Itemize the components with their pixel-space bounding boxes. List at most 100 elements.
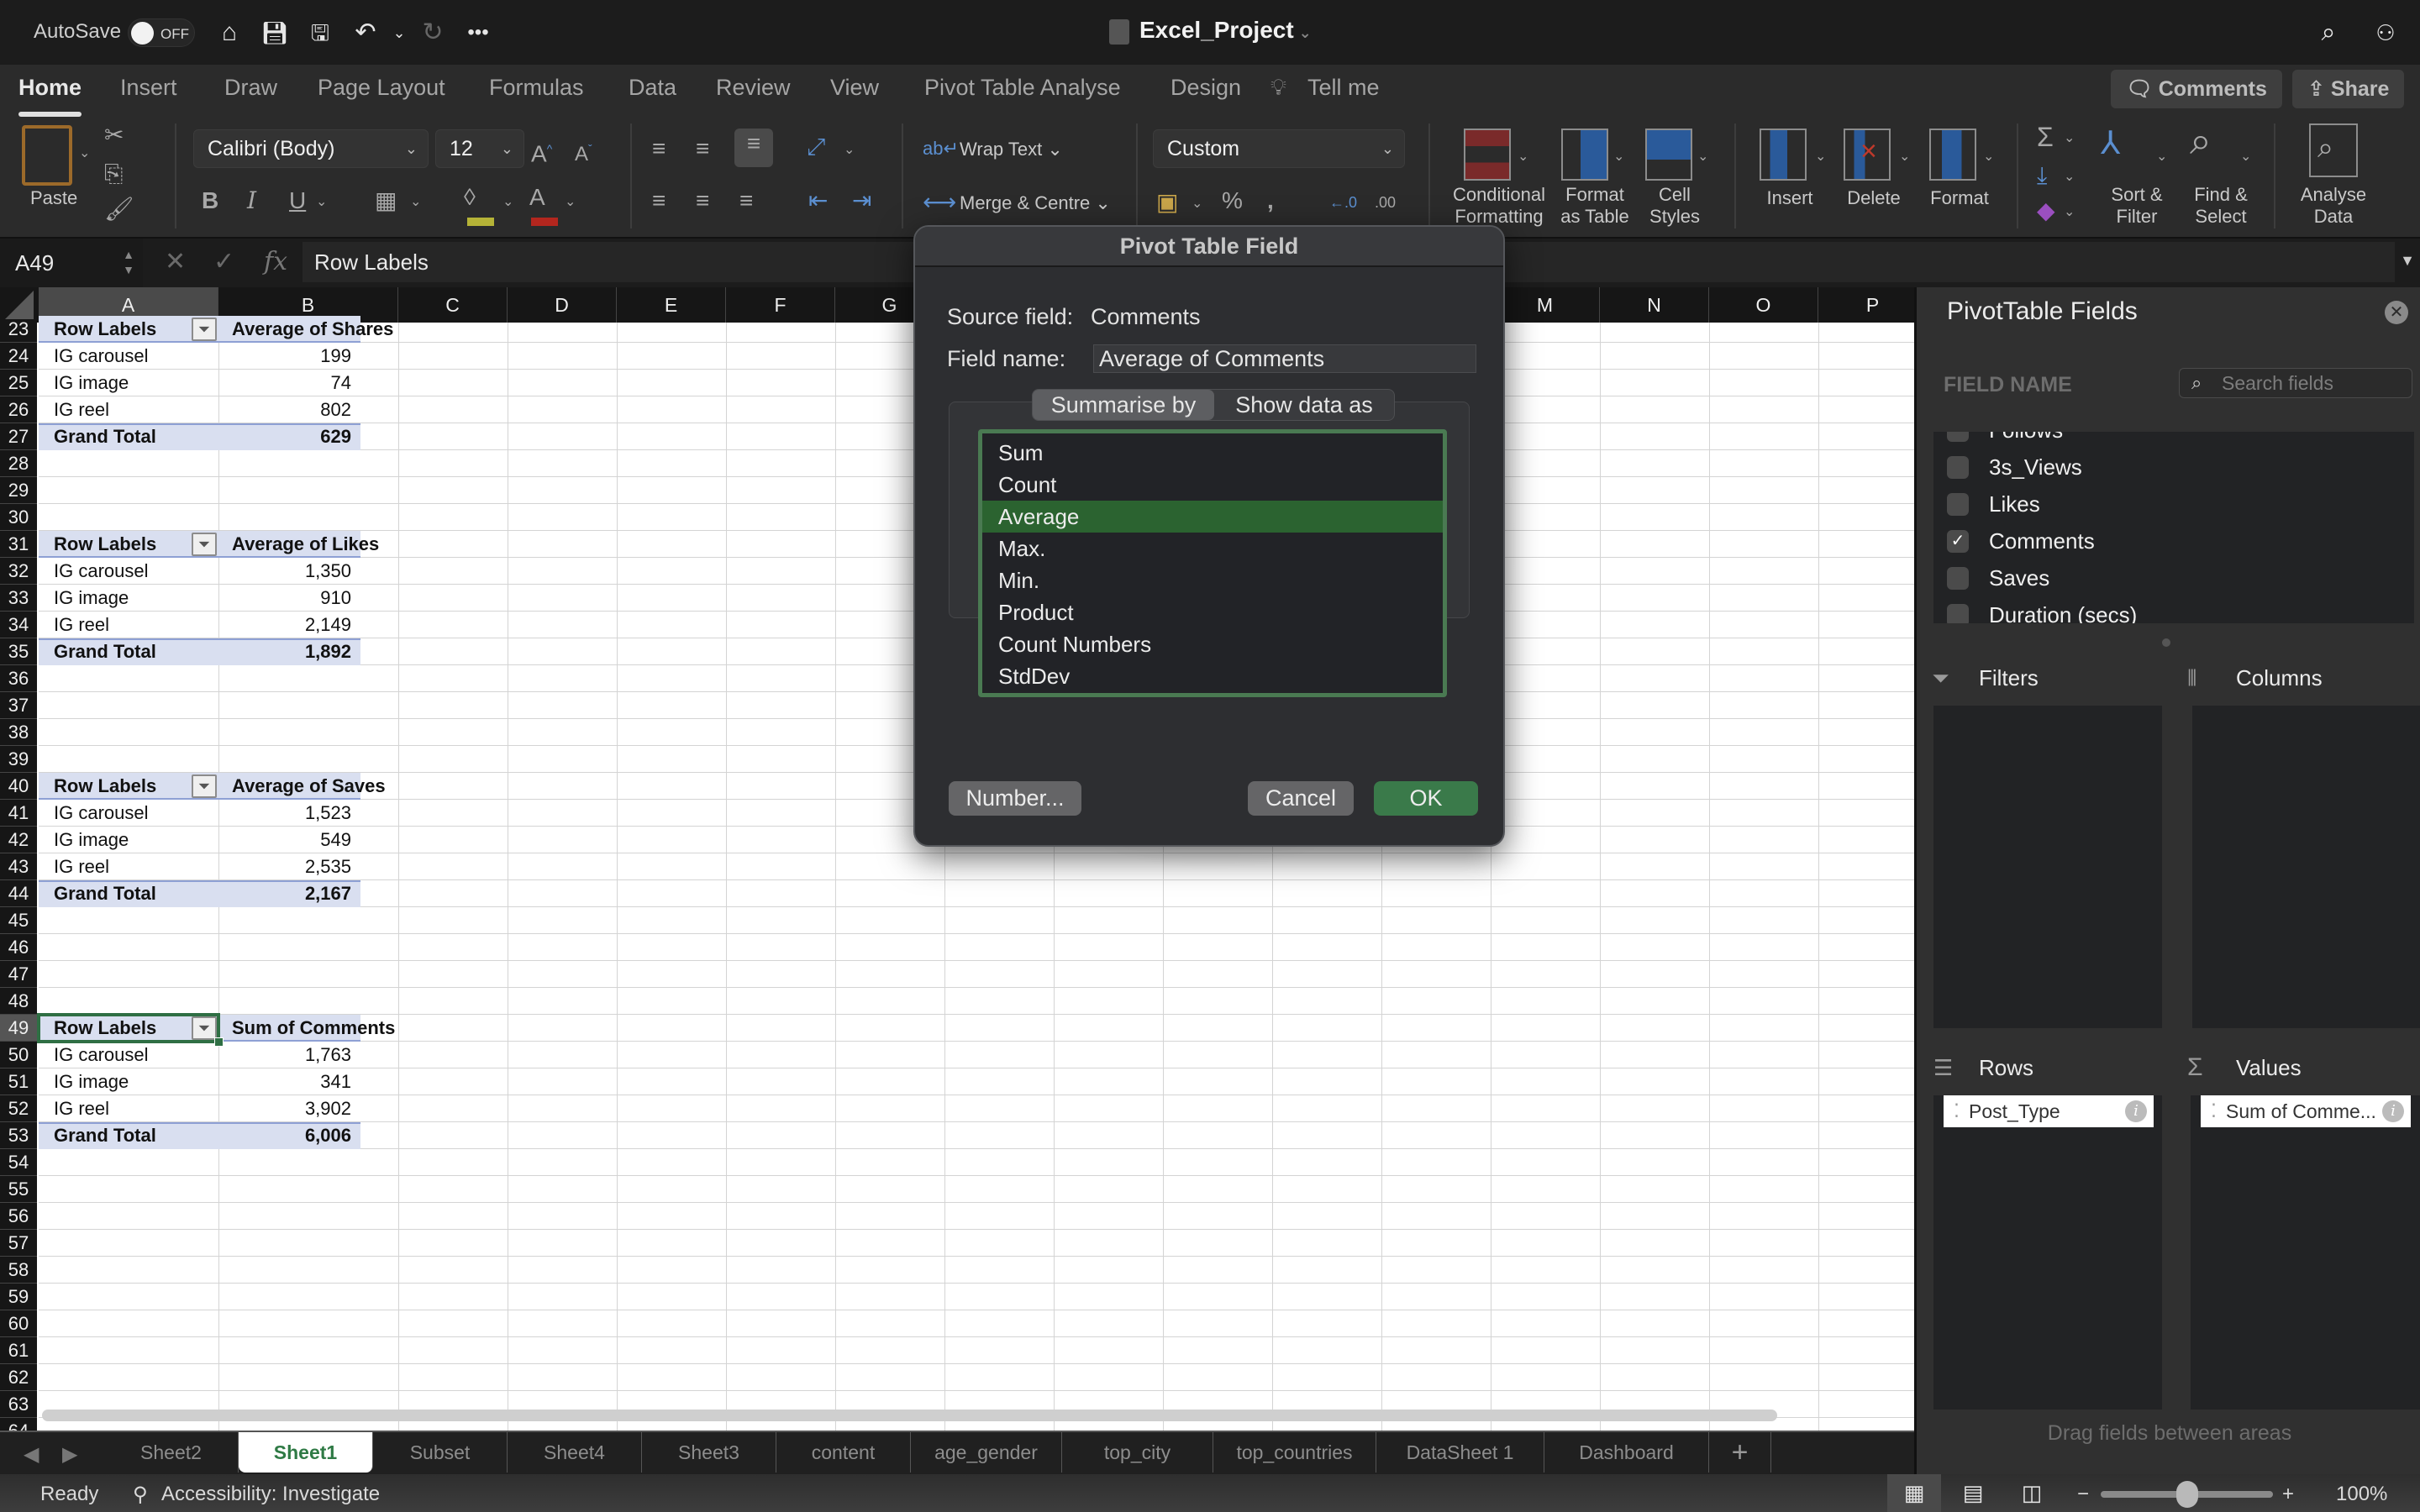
row-header[interactable]: 29 [0,477,37,504]
pivot-grand-total-label[interactable]: Grand Total [54,423,156,450]
increase-font-icon[interactable]: A^ [531,134,552,169]
tab-home[interactable]: Home [18,75,82,117]
row-header[interactable]: 53 [0,1122,37,1149]
sort-filter-dropdown-icon[interactable]: ⌄ [2156,142,2167,172]
borders-icon[interactable]: ▦ [375,186,397,216]
row-header[interactable]: 32 [0,558,37,585]
function-option-count[interactable]: Count [982,469,1443,501]
undo-dropdown-icon[interactable]: ⌄ [383,17,415,49]
sheet-tab-datasheet-1[interactable]: DataSheet 1 [1376,1432,1544,1473]
function-option-sum[interactable]: Sum [982,437,1443,469]
borders-dropdown-icon[interactable]: ⌄ [410,187,421,218]
insert-cells-icon[interactable] [1760,129,1807,181]
sheet-tab-content[interactable]: content [776,1432,911,1473]
zoom-slider-thumb[interactable] [2175,1481,2198,1508]
cancel-button[interactable]: Cancel [1248,781,1354,816]
align-bottom-icon[interactable]: ≡ [734,129,773,167]
pivot-row-value[interactable]: 910 [218,585,351,612]
pivot-grand-total-value[interactable]: 6,006 [218,1122,351,1149]
row-header[interactable]: 59 [0,1284,37,1310]
pivot-grand-total-value[interactable]: 629 [218,423,351,450]
insert-function-icon[interactable]: fx [264,247,287,276]
format-cells-icon[interactable] [1929,129,1976,181]
pivot-row-label[interactable]: IG carousel [54,1042,149,1068]
row-header[interactable]: 56 [0,1203,37,1230]
values-field-chip[interactable]: ⁚ Sum of Comme... i [2201,1095,2411,1127]
pivot-row-value[interactable]: 3,902 [218,1095,351,1122]
row-header[interactable]: 24 [0,343,37,370]
pivot-row-label[interactable]: IG reel [54,612,109,638]
pivot-row-value[interactable]: 549 [218,827,351,853]
checkbox-checked-icon[interactable]: ✓ [1947,530,1969,553]
page-break-view-icon[interactable]: ◫ [2005,1474,2059,1512]
field-list[interactable]: Follows 3s_Views Likes ✓ Comments Saves Durati… [1933,432,2414,623]
checkbox[interactable] [1947,567,1969,590]
row-header[interactable]: 50 [0,1042,37,1068]
underline-dropdown-icon[interactable]: ⌄ [316,187,327,218]
pivot-row-value[interactable]: 2,535 [218,853,351,880]
row-header[interactable]: 26 [0,396,37,423]
pivot-row-value[interactable]: 1,763 [218,1042,351,1068]
tab-data[interactable]: Data [629,75,676,101]
pivot-row-value[interactable]: 341 [218,1068,351,1095]
confirm-formula-icon[interactable]: ✓ [213,247,234,276]
orientation-dropdown-icon[interactable]: ⌄ [844,135,855,165]
function-option-stddev[interactable]: StdDev [982,660,1443,692]
pivot-row-label[interactable]: IG reel [54,853,109,880]
field-name-input[interactable]: Average of Comments [1093,344,1476,373]
pivot-row-label[interactable]: IG reel [54,1095,109,1122]
insert-dropdown-icon[interactable]: ⌄ [1815,142,1826,172]
paste-dropdown-icon[interactable]: ⌄ [79,139,90,169]
zoom-out-button[interactable]: − [2077,1483,2089,1506]
pivot-row-label[interactable]: IG reel [54,396,109,423]
row-header[interactable]: 38 [0,719,37,746]
sheet-tab-subset[interactable]: Subset [373,1432,508,1473]
dialog-titlebar[interactable]: Pivot Table Field [915,227,1503,267]
cut-icon[interactable]: ✂ [104,120,124,150]
info-icon[interactable]: i [2382,1100,2404,1122]
accessibility-status[interactable]: Accessibility: Investigate [161,1483,380,1506]
pivot-row-label[interactable]: IG carousel [54,558,149,585]
horizontal-scrollbar[interactable] [42,1410,1777,1421]
pivot-value-header[interactable]: Sum of Comments [232,1015,395,1042]
name-box[interactable]: A49 ▲ ▼ [0,239,143,287]
save-as-icon[interactable]: 🖫 [304,17,336,49]
sheet-tab-sheet4[interactable]: Sheet4 [508,1432,642,1473]
delete-dropdown-icon[interactable]: ⌄ [1899,142,1910,172]
row-header[interactable]: 40 [0,773,37,800]
drag-handle-icon[interactable]: ⁚ [1954,1095,1960,1127]
add-sheet-button[interactable]: + [1709,1432,1771,1473]
row-header[interactable]: 44 [0,880,37,907]
autosum-dropdown-icon[interactable]: ⌄ [2064,123,2075,154]
more-icon[interactable]: ••• [462,17,494,49]
sheet-tab-top-city[interactable]: top_city [1062,1432,1213,1473]
cell-styles-dropdown-icon[interactable]: ⌄ [1697,142,1708,172]
row-header[interactable]: 27 [0,423,37,450]
format-as-table-label[interactable]: Format as Table [1553,184,1637,228]
decrease-indent-icon[interactable]: ⇤ [808,186,828,216]
row-header[interactable]: 30 [0,504,37,531]
close-icon[interactable]: ✕ [2385,301,2408,324]
drag-handle-icon[interactable]: ⁚ [2211,1095,2217,1127]
pivot-row-value[interactable]: 74 [218,370,351,396]
delete-cells-label[interactable]: Delete [1840,187,1907,209]
info-icon[interactable]: i [2125,1100,2147,1122]
italic-button[interactable]: I [247,186,256,216]
fill-icon[interactable]: ⤓ [2037,160,2047,191]
row-header[interactable]: 39 [0,746,37,773]
row-header[interactable]: 35 [0,638,37,665]
orientation-icon[interactable]: ⤢ [807,132,825,162]
format-cells-label[interactable]: Format [1926,187,1993,209]
font-size-select[interactable]: 12 ⌄ [435,129,524,168]
sheet-tab-sheet3[interactable]: Sheet3 [642,1432,776,1473]
row-header[interactable]: 54 [0,1149,37,1176]
decrease-font-icon[interactable]: Aˇ [575,134,592,170]
pivot-grand-total-label[interactable]: Grand Total [54,1122,156,1149]
merge-centre-icon[interactable]: ⟷ [923,187,956,218]
function-option-product[interactable]: Product [982,596,1443,628]
tab-insert[interactable]: Insert [120,75,177,101]
sheet-tab-sheet1[interactable]: Sheet1 [239,1432,373,1473]
function-option-average[interactable]: Average [982,501,1443,533]
find-select-icon[interactable]: ⌕ [2190,121,2212,160]
comments-button[interactable]: 🗨︎ Comments [2111,70,2282,108]
